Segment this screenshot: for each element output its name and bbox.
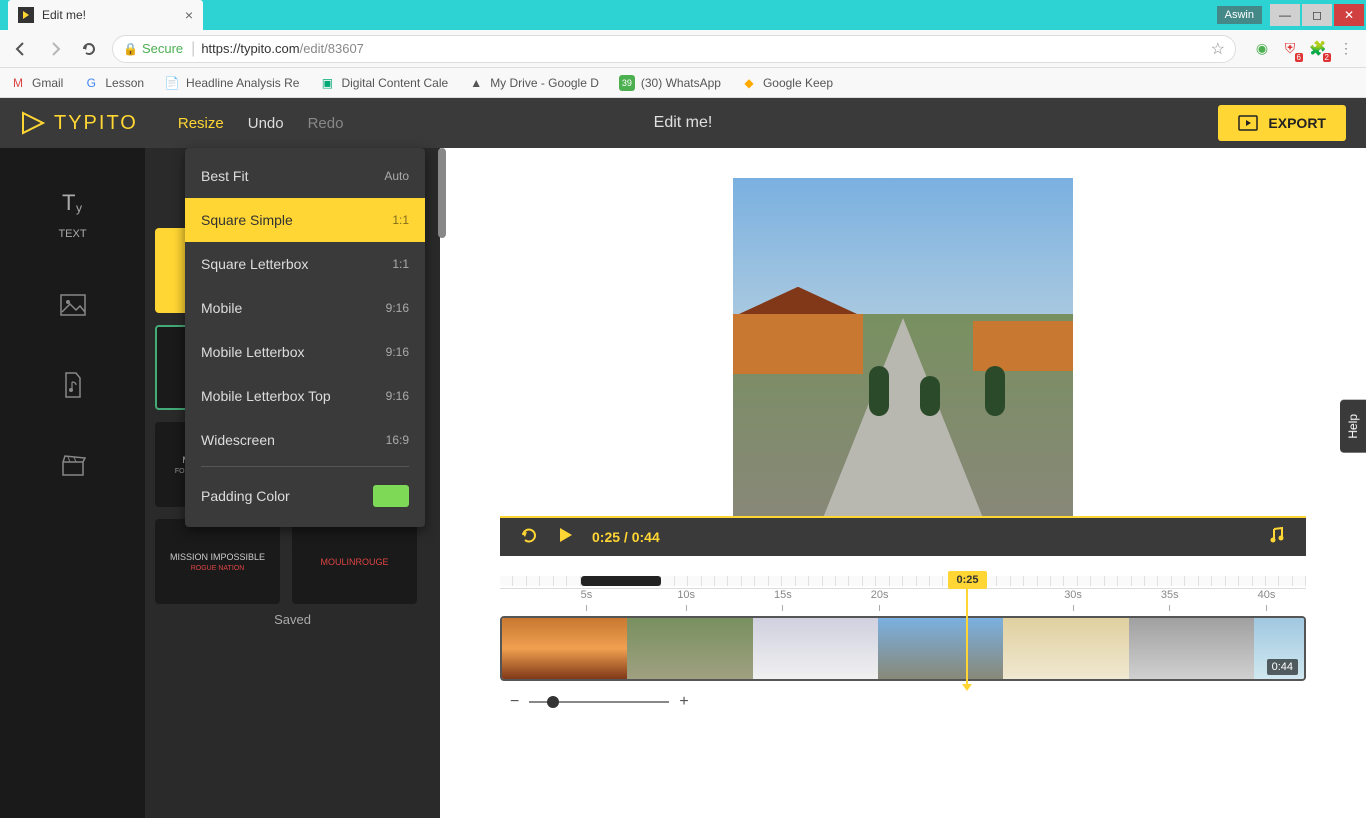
play-button[interactable] — [556, 526, 574, 549]
close-button[interactable]: ✕ — [1334, 4, 1364, 26]
duration-badge: 0:44 — [1267, 659, 1298, 675]
music-icon[interactable] — [1268, 526, 1286, 549]
extension-puzzle-icon[interactable]: 🧩2 — [1308, 39, 1328, 59]
star-icon[interactable]: ☆ — [1211, 39, 1225, 59]
document-title[interactable]: Edit me! — [654, 114, 713, 132]
lock-icon: 🔒 — [123, 42, 138, 56]
svg-text:T: T — [62, 190, 75, 215]
svg-text:y: y — [76, 201, 82, 215]
extension-shield-icon[interactable]: ⛨6 — [1280, 39, 1300, 59]
address-bar: 🔒 Secure | https://typito.com/edit/83607… — [0, 30, 1366, 68]
logo[interactable]: TYPITO — [20, 110, 138, 136]
browser-tab[interactable]: Edit me! × — [8, 0, 203, 30]
zoom-out-button[interactable]: − — [510, 693, 519, 711]
reload-icon[interactable] — [78, 38, 100, 60]
resize-option[interactable]: Best FitAuto — [185, 154, 425, 198]
resize-option[interactable]: Mobile9:16 — [185, 286, 425, 330]
text-clip-bar[interactable] — [581, 576, 662, 586]
tab-favicon-icon — [18, 7, 34, 23]
padding-color-option[interactable]: Padding Color — [185, 471, 425, 521]
secure-label: Secure — [142, 41, 183, 56]
url-input[interactable]: 🔒 Secure | https://typito.com/edit/83607… — [112, 35, 1236, 63]
scrollbar[interactable] — [438, 148, 446, 238]
resize-option[interactable]: Mobile Letterbox9:16 — [185, 330, 425, 374]
redo-menu[interactable]: Redo — [308, 115, 344, 132]
template-item[interactable]: MOULINROUGE — [292, 519, 417, 604]
bookmark-drive[interactable]: ▲My Drive - Google D — [468, 75, 599, 91]
resize-option[interactable]: Mobile Letterbox Top9:16 — [185, 374, 425, 418]
logo-icon — [20, 110, 46, 136]
window-titlebar: Edit me! × Aswin — ◻ ✕ — [0, 0, 1366, 30]
bookmark-digital[interactable]: ▣Digital Content Cale — [319, 75, 448, 91]
export-play-icon — [1238, 113, 1258, 133]
image-icon — [58, 290, 88, 320]
tab-close-icon[interactable]: × — [185, 7, 193, 23]
minimize-button[interactable]: — — [1270, 4, 1300, 26]
clip[interactable] — [627, 618, 752, 679]
clip[interactable] — [1003, 618, 1128, 679]
back-icon[interactable] — [10, 38, 32, 60]
zoom-control: − + — [500, 693, 1306, 711]
url-host: https://typito.com — [201, 41, 299, 56]
resize-option[interactable]: Square Simple1:1 — [185, 198, 425, 242]
player-controls: 0:25 / 0:44 — [500, 516, 1306, 556]
app-header: TYPITO Resize Undo Redo Edit me! EXPORT — [0, 98, 1366, 148]
timeline: 0:25 5s10s15s20s30s35s40s 0:44 − + — [500, 576, 1306, 711]
maximize-button[interactable]: ◻ — [1302, 4, 1332, 26]
resize-dropdown: Best FitAutoSquare Simple1:1Square Lette… — [185, 148, 425, 527]
url-path: /edit/83607 — [300, 41, 364, 56]
forward-icon[interactable] — [44, 38, 66, 60]
bookmark-gmail[interactable]: MGmail — [10, 75, 63, 91]
extension-icon[interactable]: ◉ — [1252, 39, 1272, 59]
clip[interactable] — [753, 618, 878, 679]
sidebar: Ty TEXT — [0, 148, 145, 818]
time-ruler[interactable]: 0:25 5s10s15s20s30s35s40s — [500, 588, 1306, 616]
text-icon: Ty — [58, 188, 88, 218]
menu-dots-icon[interactable]: ⋮ — [1336, 39, 1356, 59]
bookmark-whatsapp[interactable]: 39(30) WhatsApp — [619, 75, 721, 91]
clapper-icon — [58, 450, 88, 480]
zoom-slider[interactable] — [529, 701, 669, 703]
saved-label: Saved — [155, 612, 430, 627]
clip[interactable] — [1129, 618, 1254, 679]
sidebar-audio[interactable] — [58, 370, 88, 400]
sidebar-video[interactable] — [58, 450, 88, 480]
video-preview[interactable] — [733, 178, 1073, 518]
audio-file-icon — [58, 370, 88, 400]
preview-area: 0:25 / 0:44 0:25 5s10s15s20s30s35s40s — [440, 148, 1366, 818]
playhead[interactable]: 0:25 — [948, 571, 986, 691]
restart-button[interactable] — [520, 526, 538, 549]
clips-track[interactable]: 0:44 — [500, 616, 1306, 681]
templates-panel: COLOUBOUTIN●MACHU PICCHUFOLLOW THE INCA … — [145, 148, 440, 818]
bookmark-lesson[interactable]: GLesson — [83, 75, 144, 91]
resize-option[interactable]: Widescreen16:9 — [185, 418, 425, 462]
sidebar-text[interactable]: Ty TEXT — [58, 188, 88, 240]
resize-menu[interactable]: Resize — [178, 115, 224, 132]
bookmarks-bar: MGmail GLesson 📄Headline Analysis Re ▣Di… — [0, 68, 1366, 98]
zoom-in-button[interactable]: + — [679, 693, 688, 711]
bookmark-headline[interactable]: 📄Headline Analysis Re — [164, 75, 299, 91]
tab-title: Edit me! — [42, 8, 185, 22]
undo-menu[interactable]: Undo — [248, 115, 284, 132]
clip[interactable] — [502, 618, 627, 679]
time-display: 0:25 / 0:44 — [592, 529, 660, 545]
bookmark-keep[interactable]: ◆Google Keep — [741, 75, 833, 91]
sidebar-image[interactable] — [58, 290, 88, 320]
template-item[interactable]: MISSION IMPOSSIBLEROGUE NATION — [155, 519, 280, 604]
resize-option[interactable]: Square Letterbox1:1 — [185, 242, 425, 286]
ruler-segments — [500, 576, 1306, 588]
help-tab[interactable]: Help — [1340, 400, 1366, 453]
export-button[interactable]: EXPORT — [1218, 105, 1346, 141]
user-badge[interactable]: Aswin — [1217, 6, 1262, 24]
